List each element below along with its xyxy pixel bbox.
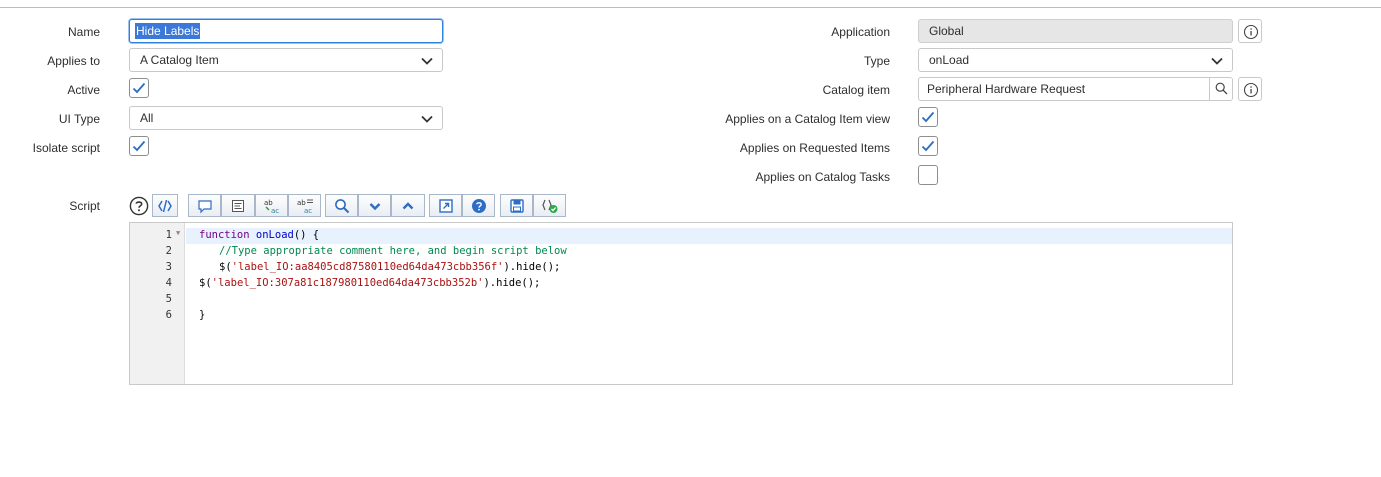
catalog-item-label: Catalog item: [822, 83, 890, 97]
code-line: function onLoad() {: [199, 229, 320, 241]
code-line: //Type appropriate comment here, and beg…: [219, 245, 567, 257]
fold-arrow-icon[interactable]: ▼: [176, 229, 180, 237]
applies-requested-items-checkbox[interactable]: [918, 136, 938, 156]
fullscreen-button[interactable]: [429, 194, 462, 217]
type-label: Type: [863, 54, 890, 68]
application-info-button[interactable]: [1238, 19, 1262, 43]
ui-type-value: All: [140, 111, 154, 125]
code-line: }: [199, 309, 206, 321]
svg-text:ac: ac: [271, 207, 279, 214]
chevron-down-icon: [421, 57, 433, 65]
application-value: Global: [929, 24, 964, 38]
isolate-script-label: Isolate script: [32, 141, 100, 155]
catalog-item-lookup-button[interactable]: [1209, 78, 1232, 100]
search-button[interactable]: [325, 194, 358, 217]
script-label: Script: [69, 199, 100, 213]
next-button[interactable]: [358, 194, 391, 217]
info-icon: [1243, 24, 1259, 40]
line-number-gutter: 1 2 3 4 5 6 ▼: [130, 223, 185, 384]
applies-requested-items-label: Applies on Requested Items: [739, 141, 890, 155]
applies-catalog-item-view-label: Applies on a Catalog Item view: [725, 112, 890, 126]
comment-icon: [197, 199, 212, 213]
type-select[interactable]: onLoad: [918, 48, 1233, 72]
toggle-syntax-icon: [158, 199, 172, 212]
previous-icon: [402, 201, 414, 209]
line-number: 1: [165, 229, 172, 241]
ui-type-select[interactable]: All: [129, 106, 443, 130]
type-value: onLoad: [929, 53, 970, 67]
check-icon: [132, 140, 146, 152]
search-icon: [1215, 82, 1228, 95]
previous-button[interactable]: [391, 194, 425, 217]
info-icon: [1243, 82, 1259, 98]
format-button[interactable]: [221, 194, 255, 217]
svg-text:ac: ac: [304, 207, 312, 214]
active-checkbox[interactable]: [129, 78, 149, 98]
replace-all-icon: abac: [297, 199, 313, 214]
isolate-script-checkbox[interactable]: [129, 136, 149, 156]
toggle-syntax-button[interactable]: [152, 194, 178, 217]
catalog-item-input[interactable]: Peripheral Hardware Request: [918, 77, 1233, 101]
active-line-highlight: [186, 228, 1232, 244]
line-number: 6: [165, 309, 172, 321]
fullscreen-icon: [438, 198, 453, 213]
replace-button[interactable]: ab ac: [255, 194, 288, 217]
application-label: Application: [831, 25, 890, 39]
syntax-check-button[interactable]: [533, 194, 566, 217]
check-icon: [132, 82, 146, 94]
top-bar: [0, 0, 1381, 8]
applies-to-label: Applies to: [47, 54, 100, 68]
replace-all-button[interactable]: ab ac: [288, 194, 321, 217]
script-editor[interactable]: 1 2 3 4 5 6 ▼ function onLoad() { //Type…: [129, 222, 1233, 385]
chevron-down-icon: [421, 115, 433, 123]
format-icon: [232, 199, 244, 212]
catalog-item-info-button[interactable]: [1238, 77, 1262, 101]
name-value: Hide Labels: [135, 23, 201, 39]
applies-catalog-tasks-label: Applies on Catalog Tasks: [755, 170, 890, 184]
help-icon[interactable]: [129, 196, 149, 216]
svg-text:ab: ab: [264, 199, 273, 207]
ui-type-label: UI Type: [58, 112, 100, 126]
line-number: 2: [165, 245, 172, 257]
comment-button[interactable]: [188, 194, 221, 217]
check-icon: [921, 140, 935, 152]
syntax-check-icon: [541, 199, 557, 213]
save-icon: [509, 198, 524, 213]
replace-icon: abac: [264, 199, 279, 214]
applies-to-value: A Catalog Item: [140, 53, 219, 67]
active-label: Active: [67, 83, 100, 97]
applies-catalog-tasks-checkbox[interactable]: [918, 165, 938, 185]
line-number: 3: [165, 261, 172, 273]
script-help-button[interactable]: [462, 194, 495, 217]
application-field: Global: [918, 19, 1233, 43]
line-number: 4: [165, 277, 172, 289]
catalog-item-value: Peripheral Hardware Request: [927, 82, 1086, 96]
applies-to-select[interactable]: A Catalog Item: [129, 48, 443, 72]
next-icon: [369, 202, 380, 210]
applies-catalog-item-view-checkbox[interactable]: [918, 107, 938, 127]
chevron-down-icon: [1211, 57, 1223, 65]
save-button[interactable]: [500, 194, 533, 217]
check-icon: [921, 111, 935, 123]
svg-text:ab: ab: [297, 199, 306, 207]
code-line: $('label_IO:aa8405cd87580110ed64da473cbb…: [219, 261, 561, 273]
line-number: 5: [165, 293, 172, 305]
search-icon: [334, 198, 349, 213]
code-line: $('label_IO:307a81c187980110ed64da473cbb…: [199, 277, 541, 289]
name-label: Name: [67, 25, 100, 39]
script-help-icon: [471, 198, 486, 213]
name-input[interactable]: Hide Labels: [129, 19, 443, 43]
